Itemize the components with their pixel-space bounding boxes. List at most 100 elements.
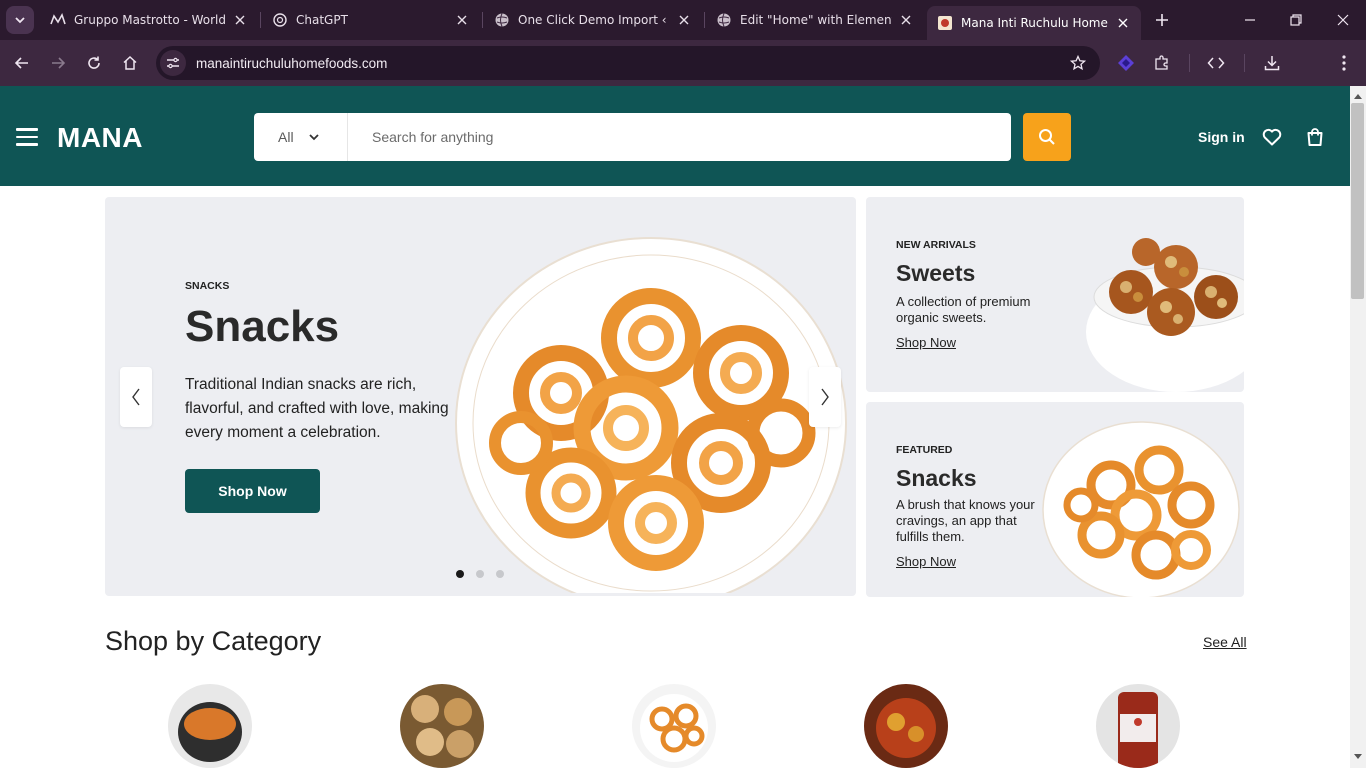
arrow-right-icon	[52, 57, 66, 69]
forward-button[interactable]	[46, 51, 70, 75]
hamburger-menu-icon[interactable]	[16, 128, 40, 146]
cart-button[interactable]	[1305, 127, 1325, 147]
globe-icon	[494, 12, 510, 28]
category-item[interactable]	[864, 684, 948, 768]
downloads-button[interactable]	[1261, 52, 1283, 74]
search-input[interactable]	[348, 114, 1011, 160]
promo-title: Snacks	[896, 465, 977, 491]
hero-snacks-image	[455, 237, 847, 593]
category-image-snacks	[632, 684, 716, 768]
scroll-up-icon[interactable]	[1352, 90, 1364, 102]
close-tab-icon[interactable]	[232, 12, 248, 28]
browser-tab[interactable]: Edit "Home" with Elementor	[706, 4, 924, 36]
extensions-menu-button[interactable]	[1151, 52, 1173, 74]
tab-divider	[704, 12, 705, 28]
restore-button[interactable]	[1284, 8, 1308, 32]
category-item[interactable]	[1096, 684, 1180, 768]
category-image-spice-powder	[168, 684, 252, 768]
promo-shop-now-link[interactable]: Shop Now	[896, 335, 956, 350]
slider-dot[interactable]	[496, 570, 504, 578]
category-image-sweets	[400, 684, 484, 768]
slider-next-button[interactable]	[809, 367, 841, 427]
browser-tab-active[interactable]: Mana Inti Ruchulu Home Foo	[927, 6, 1141, 40]
kebab-menu-icon	[1342, 55, 1346, 71]
browser-toolbar: manaintiruchuluhomefoods.com	[0, 40, 1366, 114]
chevron-down-icon	[15, 17, 25, 24]
heart-icon	[1262, 128, 1282, 146]
promo-description: A brush that knows your cravings, an app…	[896, 497, 1035, 544]
hero-description: Traditional Indian snacks are rich, flav…	[185, 376, 449, 441]
see-all-link[interactable]: See All	[1203, 634, 1247, 650]
minimize-button[interactable]	[1238, 8, 1262, 32]
category-item[interactable]	[632, 684, 716, 768]
category-item[interactable]	[168, 684, 252, 768]
tab-search-button[interactable]	[6, 6, 34, 34]
hero-shop-now-button[interactable]: Shop Now	[185, 469, 320, 513]
category-image-pickle	[864, 684, 948, 768]
search-button[interactable]	[1023, 113, 1071, 161]
reload-button[interactable]	[82, 51, 106, 75]
tab-divider	[482, 12, 483, 28]
tab-title: Mana Inti Ruchulu Home Foo	[961, 16, 1109, 30]
promo-eyebrow: NEW ARRIVALS	[896, 239, 976, 251]
arrow-left-icon	[14, 57, 28, 69]
browser-tab-bar: Gruppo Mastrotto - World le ChatGPT One …	[0, 0, 1366, 40]
globe-icon	[716, 12, 732, 28]
close-tab-icon[interactable]	[1115, 15, 1131, 31]
browser-menu-button[interactable]	[1333, 52, 1355, 74]
chevron-left-icon	[132, 388, 140, 406]
scrollbar-thumb[interactable]	[1351, 103, 1364, 299]
search-bar: All	[254, 113, 1011, 161]
reload-icon	[88, 56, 100, 69]
site-info-button[interactable]	[160, 50, 186, 76]
category-item[interactable]	[400, 684, 484, 768]
browser-tab[interactable]: One Click Demo Import ‹ Ru	[484, 4, 702, 36]
devtools-button[interactable]	[1205, 52, 1227, 74]
extension-button[interactable]	[1115, 52, 1137, 74]
site-logo[interactable]: MANA	[57, 122, 143, 154]
site-header: MANA All Sign in	[0, 86, 1350, 186]
home-button[interactable]	[118, 51, 142, 75]
slider-dot-active[interactable]	[456, 570, 464, 578]
hero-eyebrow: SNACKS	[185, 280, 230, 292]
promo-title: Sweets	[896, 260, 976, 286]
tab-title: ChatGPT	[296, 13, 348, 27]
close-window-button[interactable]	[1331, 8, 1355, 32]
new-tab-button[interactable]	[1150, 8, 1174, 32]
close-tab-icon[interactable]	[454, 12, 470, 28]
category-select-value: All	[278, 129, 294, 145]
chevron-right-icon	[821, 388, 829, 406]
slider-prev-button[interactable]	[120, 367, 152, 427]
mastrotto-favicon-icon	[50, 12, 66, 28]
close-tab-icon[interactable]	[898, 12, 914, 28]
browser-tab[interactable]: Gruppo Mastrotto - World le	[40, 4, 258, 36]
tune-icon	[167, 57, 179, 69]
browser-tab[interactable]: ChatGPT	[262, 4, 480, 36]
tab-title: Gruppo Mastrotto - World le	[74, 13, 226, 27]
close-tab-icon[interactable]	[676, 12, 692, 28]
search-icon	[1039, 129, 1055, 145]
chatgpt-favicon-icon	[272, 12, 288, 28]
sign-in-link[interactable]: Sign in	[1198, 129, 1245, 145]
slider-dot[interactable]	[476, 570, 484, 578]
back-button[interactable]	[10, 51, 34, 75]
promo-shop-now-link[interactable]: Shop Now	[896, 554, 956, 569]
address-bar[interactable]: manaintiruchuluhomefoods.com	[156, 46, 1100, 80]
url-text[interactable]: manaintiruchuluhomefoods.com	[196, 56, 387, 71]
restore-icon	[1290, 14, 1302, 26]
promo-eyebrow: FEATURED	[896, 444, 953, 456]
shopping-bag-icon	[1307, 128, 1323, 146]
minimize-icon	[1245, 19, 1255, 21]
category-image-jar	[1096, 684, 1180, 768]
download-icon	[1264, 56, 1280, 71]
scroll-down-icon[interactable]	[1352, 751, 1364, 763]
tab-title: Edit "Home" with Elementor	[740, 13, 892, 27]
toolbar-divider	[1244, 54, 1245, 72]
wishlist-button[interactable]	[1262, 127, 1282, 147]
category-select[interactable]: All	[254, 113, 348, 161]
snacks-plate-image	[1042, 421, 1240, 597]
hero-slider: SNACKS Snacks Traditional Indian snacks …	[105, 197, 856, 596]
promo-description: A collection of premium organic sweets.	[896, 294, 1031, 325]
home-icon	[123, 55, 137, 70]
bookmark-star-button[interactable]	[1068, 53, 1088, 73]
